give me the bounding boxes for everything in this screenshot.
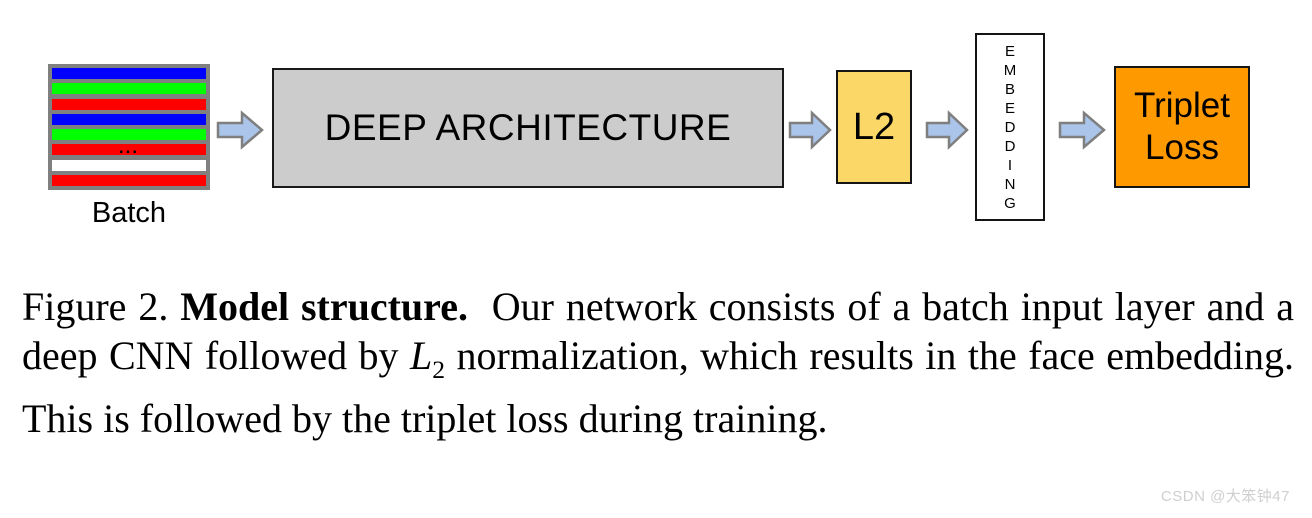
embedding-letter: E — [1004, 42, 1015, 60]
stripe-red-1 — [52, 98, 206, 110]
stripe-green-1 — [52, 83, 206, 95]
batch-label: Batch — [91, 197, 167, 229]
triplet-loss-line-1: Triplet — [1134, 86, 1230, 125]
arrow-l2-to-embedding — [925, 110, 969, 150]
batch-ellipsis: ... — [118, 137, 140, 157]
l2-label: L2 — [852, 105, 896, 148]
deep-architecture-box: DEEP ARCHITECTURE — [272, 68, 784, 188]
stripe-white-1 — [52, 159, 206, 171]
embedding-letter: E — [1004, 99, 1015, 117]
embedding-box: E M B E D D I N G — [975, 33, 1045, 221]
stripe-blue-1 — [52, 68, 206, 79]
triplet-loss-box: Triplet Loss — [1114, 66, 1250, 188]
embedding-letter: M — [1003, 61, 1017, 79]
embedding-letter: B — [1004, 80, 1015, 98]
embedding-letter: G — [1004, 194, 1016, 212]
arrow-batch-to-deep — [216, 110, 264, 150]
stripe-red-2: ... — [52, 137, 206, 157]
caption-math-l2: L2 — [410, 333, 445, 384]
embedding-letter: D — [1004, 118, 1016, 136]
embedding-letter: I — [1007, 156, 1013, 174]
stripe-red-3 — [52, 174, 206, 186]
embedding-letter: N — [1004, 175, 1016, 193]
batch-box: ... — [48, 64, 210, 190]
caption-math-sub: 2 — [432, 355, 446, 384]
csdn-watermark: CSDN @大笨钟47 — [1160, 488, 1290, 505]
figure-caption: Figure 2. Model structure. Our network c… — [22, 282, 1294, 443]
triplet-loss-line-2: Loss — [1145, 128, 1219, 167]
arrow-deep-to-l2 — [788, 110, 832, 150]
caption-figure-number: Figure 2. — [22, 284, 169, 329]
stripe-blue-2 — [52, 113, 206, 125]
caption-math-var: L — [410, 333, 433, 378]
model-structure-diagram: ... Batch DEEP ARCHITECTURE L2 E M B E D… — [0, 0, 1312, 255]
arrow-embedding-to-triplet — [1058, 110, 1106, 150]
caption-bold-title: Model structure. — [180, 284, 468, 329]
l2-normalization-box: L2 — [836, 70, 912, 184]
batch-group: ... Batch — [48, 64, 210, 230]
embedding-letter: D — [1004, 137, 1016, 155]
deep-architecture-label: DEEP ARCHITECTURE — [324, 107, 732, 148]
